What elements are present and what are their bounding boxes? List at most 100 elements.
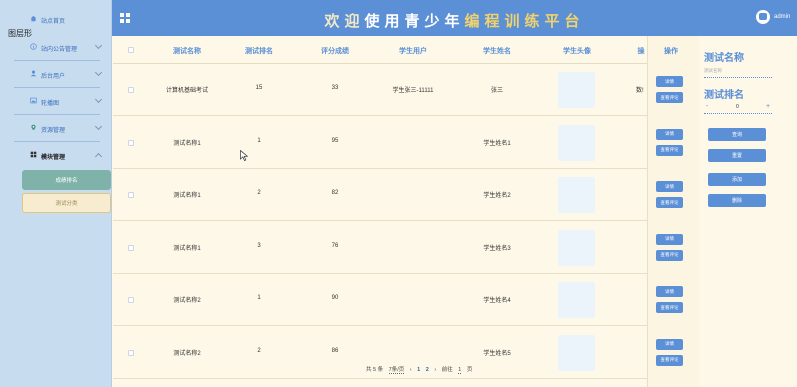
row-checkbox[interactable] — [128, 244, 134, 251]
header: 欢迎使用青少年编程训练平台 admin — [112, 0, 797, 36]
table-cell-score: 82 — [331, 190, 339, 196]
chevron-down-icon — [94, 95, 103, 104]
delete-button[interactable]: 删除 — [708, 194, 766, 207]
rank-value[interactable]: 0 — [736, 104, 739, 110]
sidebar-item-admin-users[interactable]: 后台用户 — [0, 61, 112, 87]
sidebar-item-label: 后台用户 — [41, 74, 66, 80]
row-checkbox[interactable] — [128, 87, 134, 93]
view-comments-button[interactable]: 查看评论 — [656, 302, 683, 313]
column-header[interactable]: 操 — [635, 46, 647, 56]
table-cell-rank: 2 — [257, 347, 261, 354]
data-table: 测试名称 测试排名 评分成绩 学生用户 学生姓名 学生头像 操 计算机基础考试 1… — [113, 36, 647, 387]
column-header[interactable]: 测试排名 — [233, 46, 285, 56]
query-button[interactable]: 查询 — [708, 128, 766, 141]
increment-button[interactable]: + — [766, 103, 770, 110]
sidebar-item-announcements[interactable]: 站内公告管理 — [0, 34, 112, 60]
column-header[interactable]: 学生姓名 — [471, 46, 523, 56]
table-cell-student: 学生姓名5 — [483, 350, 511, 357]
detail-button[interactable]: 详情 — [656, 181, 683, 192]
test-rank-label: 测试排名 — [704, 90, 744, 101]
avatar[interactable] — [756, 10, 770, 24]
row-checkbox[interactable] — [128, 349, 134, 356]
sidebar: 站点首页 图层形 站内公告管理 后台用户 轮播图 资源管理 模块管理 成绩排名 … — [0, 0, 112, 387]
detail-button[interactable]: 详情 — [656, 76, 683, 87]
table-row[interactable]: 测试名称1 1 95 学生姓名1 — [113, 117, 647, 169]
row-checkbox[interactable] — [128, 192, 134, 198]
table-cell-name: 测试名称2 — [173, 350, 201, 357]
table-cell-score: 33 — [331, 85, 339, 91]
sidebar-item-label: 站内公告管理 — [41, 47, 78, 53]
mouse-cursor-icon — [240, 150, 248, 161]
table-cell-name: 测试名称2 — [173, 298, 201, 304]
student-avatar-image — [558, 229, 595, 266]
table-cell-extra: 数! — [636, 88, 644, 94]
rank-stepper[interactable]: - 0 + — [704, 100, 772, 114]
page-unit: 页 — [466, 367, 473, 373]
sidebar-item-label: 资源管理 — [41, 128, 66, 134]
view-comments-button[interactable]: 查看评论 — [656, 197, 683, 208]
decrement-button[interactable]: - — [706, 103, 708, 110]
table-cell-score: 95 — [331, 137, 339, 144]
table-row[interactable]: 计算机基础考试 15 33 学生张三-11111 张三 数! — [113, 64, 647, 116]
next-page-button[interactable]: › — [434, 367, 436, 373]
sidebar-item-label: 模块管理 — [41, 155, 66, 161]
table-header: 测试名称 测试排名 评分成绩 学生用户 学生姓名 学生头像 操 — [113, 36, 647, 64]
select-all-checkbox[interactable] — [128, 47, 134, 53]
pagination: 共 5 条 7条/页 ‹ 1 2 › 前往 1 页 — [366, 365, 476, 374]
table-cell-name: 测试名称1 — [173, 245, 201, 252]
test-name-input[interactable]: 测试名称 — [704, 66, 772, 78]
table-cell-student: 学生姓名4 — [483, 298, 511, 304]
student-avatar-image — [558, 282, 595, 318]
add-button[interactable]: 添加 — [708, 173, 766, 186]
table-cell-score: 86 — [331, 347, 339, 354]
detail-button[interactable]: 详情 — [656, 128, 683, 140]
sidebar-item-modules[interactable]: 模块管理 — [0, 142, 112, 168]
pin-icon — [31, 124, 36, 131]
column-header[interactable]: 测试名称 — [161, 46, 213, 56]
view-comments-button[interactable]: 查看评论 — [656, 144, 683, 156]
sidebar-item-carousel[interactable]: 轮播图 — [0, 88, 112, 114]
table-row[interactable]: 测试名称1 2 82 学生姓名2 — [113, 169, 647, 221]
test-name-label: 测试名称 — [704, 53, 744, 64]
page-2-button[interactable]: 2 — [426, 367, 429, 373]
table-row[interactable]: 测试名称1 3 76 学生姓名3 — [113, 222, 647, 274]
view-comments-button[interactable]: 查看评论 — [656, 354, 683, 366]
goto-label: 前往 — [441, 367, 453, 373]
detail-button[interactable]: 详情 — [656, 338, 683, 350]
reset-button[interactable]: 重置 — [708, 149, 766, 162]
grid-icon — [30, 151, 37, 158]
table-cell-name: 测试名称1 — [173, 193, 201, 199]
info-icon — [30, 43, 37, 50]
student-avatar-image — [558, 177, 595, 213]
prev-page-button[interactable]: ‹ — [410, 367, 412, 373]
table-cell-rank: 2 — [257, 190, 261, 196]
view-comments-button[interactable]: 查看评论 — [656, 249, 683, 261]
table-cell-rank: 1 — [257, 137, 261, 144]
column-header[interactable]: 学生用户 — [387, 46, 439, 56]
sidebar-subitem-test-category[interactable]: 测试分类 — [22, 193, 111, 213]
student-avatar-image — [558, 124, 595, 161]
column-header[interactable]: 学生头像 — [551, 46, 603, 56]
goto-page-input[interactable]: 1 — [458, 367, 462, 374]
table-cell-score: 76 — [331, 242, 339, 249]
sidebar-item-resources[interactable]: 资源管理 — [0, 115, 112, 141]
table-cell-user: 学生张三-11111 — [392, 88, 434, 94]
page-1-button[interactable]: 1 — [417, 367, 420, 373]
view-comments-button[interactable]: 查看评论 — [656, 92, 683, 103]
table-row[interactable]: 测试名称2 1 90 学生姓名4 — [113, 274, 647, 326]
search-panel: 测试名称 测试名称 测试排名 - 0 + 查询 重置 添加 删除 — [699, 36, 797, 387]
row-checkbox[interactable] — [128, 297, 134, 303]
detail-button[interactable]: 详情 — [656, 286, 683, 297]
detail-button[interactable]: 详情 — [656, 233, 683, 245]
user-icon — [30, 70, 37, 77]
total-count: 共 5 条 — [366, 367, 384, 373]
table-cell-rank: 15 — [255, 85, 263, 91]
column-header: 操作 — [664, 48, 678, 55]
sidebar-subitem-score-ranking[interactable]: 成绩排名 — [22, 170, 111, 190]
page-size-select[interactable]: 7条/页 — [388, 367, 405, 374]
chevron-down-icon — [94, 41, 103, 50]
table-cell-name: 计算机基础考试 — [165, 88, 208, 94]
row-checkbox[interactable] — [128, 139, 134, 146]
user-name[interactable]: admin — [774, 14, 790, 20]
column-header[interactable]: 评分成绩 — [309, 46, 361, 56]
